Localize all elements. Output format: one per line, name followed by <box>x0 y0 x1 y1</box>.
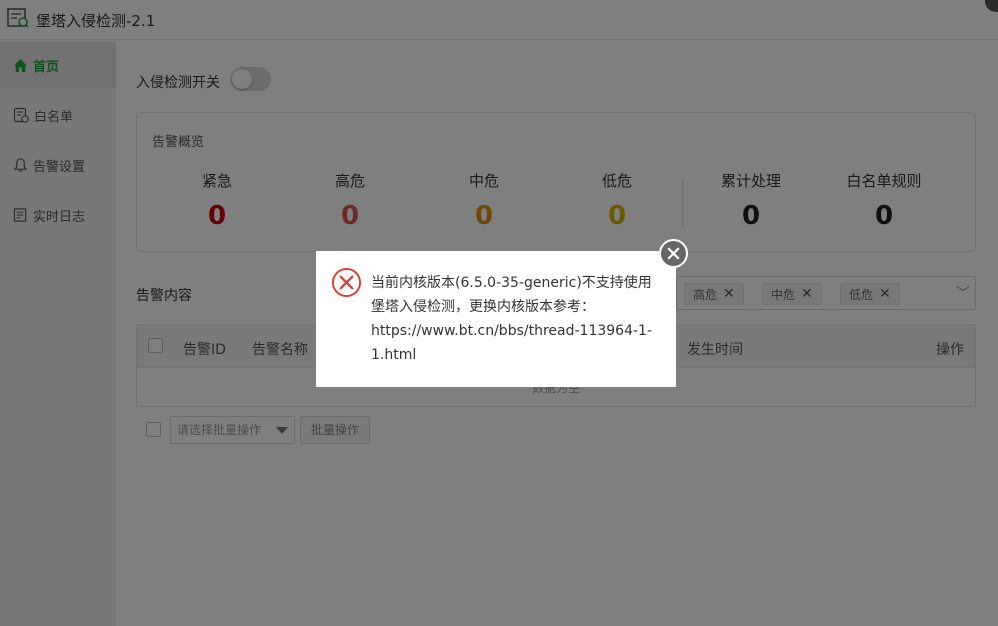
error-icon <box>331 267 362 298</box>
dialog-close-button[interactable] <box>659 239 688 268</box>
dialog-message-line: 当前内核版本(6.5.0-35-generic)不支持使用 <box>371 275 652 291</box>
close-icon <box>667 247 680 260</box>
dialog-message: 当前内核版本(6.5.0-35-generic)不支持使用 堡塔入侵检测，更换内… <box>371 271 661 367</box>
dialog-link[interactable]: https://www.bt.cn/bbs/thread-113964-1- <box>371 319 661 343</box>
dialog-message-line: 堡塔入侵检测，更换内核版本参考： <box>371 299 595 315</box>
dialog-link-continued[interactable]: 1.html <box>371 343 661 367</box>
error-dialog: 当前内核版本(6.5.0-35-generic)不支持使用 堡塔入侵检测，更换内… <box>316 251 676 387</box>
